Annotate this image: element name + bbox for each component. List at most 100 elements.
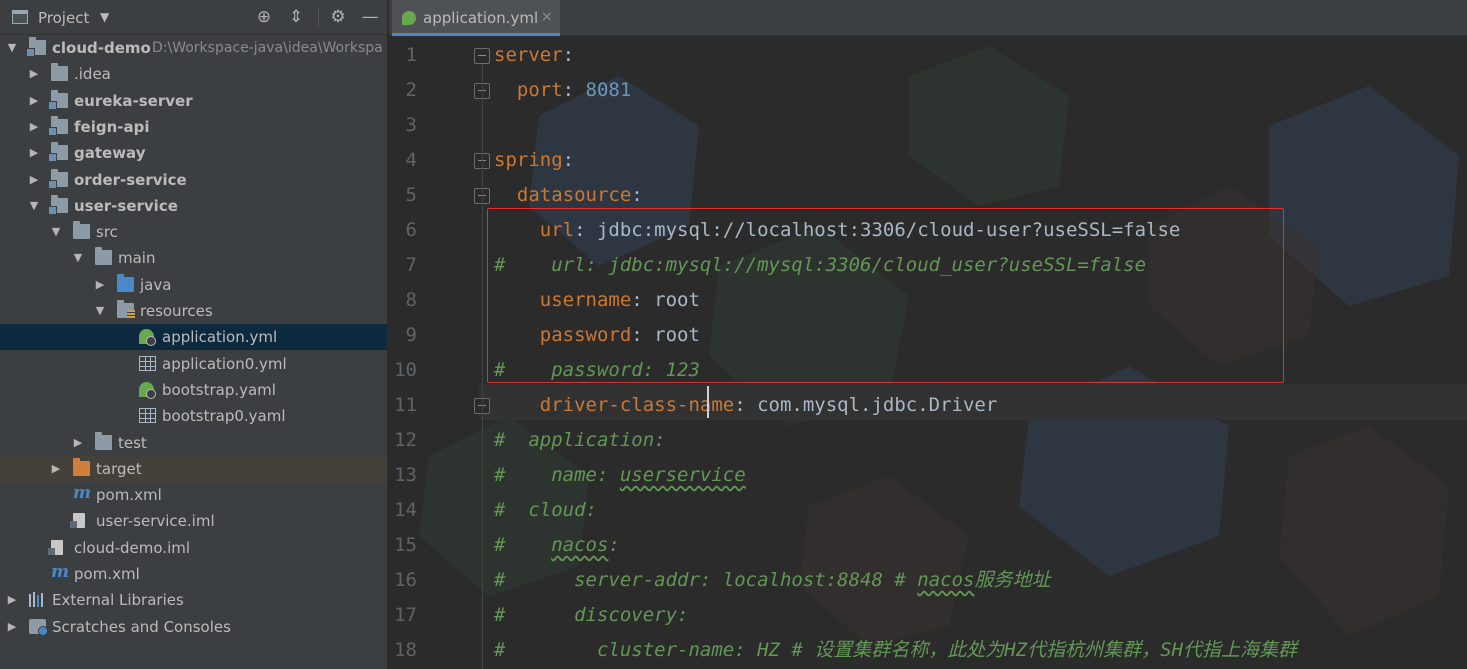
tree-item[interactable]: ▼ user-service	[0, 193, 387, 219]
chevron-down-icon[interactable]: ▼	[50, 225, 62, 239]
chevron-down-icon[interactable]: ▼	[6, 41, 18, 55]
tree-item-label: user-service	[74, 196, 178, 215]
code-line[interactable]: # cluster-name: HZ # 设置集群名称，此处为HZ代指杭州集群，…	[494, 633, 1297, 668]
chevron-right-icon[interactable]: ▶	[6, 593, 18, 607]
project-panel-header: Project ▼ ⊕ ⇕ ⚙ —	[0, 0, 387, 35]
chevron-down-icon[interactable]: ▼	[94, 304, 106, 318]
code-token: :	[608, 534, 620, 556]
code-line[interactable]: # application:	[494, 423, 666, 458]
code-token: 服务地址	[974, 569, 1051, 591]
code-line[interactable]: spring:	[494, 143, 574, 178]
tree-item-label: main	[118, 249, 156, 268]
chevron-down-icon[interactable]: ▼	[72, 251, 84, 265]
line-number: 11	[394, 394, 417, 416]
code-token: server	[494, 44, 563, 66]
code-token: :	[562, 44, 575, 66]
close-icon[interactable]: ×	[541, 9, 553, 25]
tree-item[interactable]: ▶ External Libraries	[0, 587, 387, 613]
tree-item[interactable]: ▶ gateway	[0, 140, 387, 166]
fold-toggle-icon[interactable]	[474, 48, 490, 64]
code-token: userservice	[619, 464, 746, 486]
line-number: 16	[394, 569, 417, 591]
tab-application-yml[interactable]: application.yml ×	[392, 0, 560, 36]
maven-icon: m	[51, 562, 69, 582]
code-line[interactable]: driver-class-name: com.mysql.jdbc.Driver	[494, 388, 998, 423]
tree-item-label: Scratches and Consoles	[52, 617, 231, 636]
minimize-icon[interactable]: —	[359, 6, 381, 28]
tree-item[interactable]: bootstrap.yaml	[0, 377, 387, 403]
excluded-folder-icon	[73, 457, 90, 476]
tree-item[interactable]: ▶ java	[0, 272, 387, 298]
project-icon	[12, 10, 28, 24]
code-token: :	[562, 79, 586, 101]
module-folder-icon	[48, 168, 68, 189]
line-number: 9	[405, 324, 417, 346]
tree-item[interactable]: application0.yml	[0, 351, 387, 377]
chevron-down-icon[interactable]: ▼	[100, 10, 109, 24]
tree-item[interactable]: ▶ eureka-server	[0, 88, 387, 114]
tree-item[interactable]: ▼ resources	[0, 298, 387, 324]
line-number: 14	[394, 499, 417, 521]
gear-icon[interactable]: ⚙	[327, 6, 349, 28]
text-caret	[707, 386, 709, 418]
tab-label: application.yml	[423, 9, 539, 27]
line-number-gutter: 1 2 3 4 5 6 7 8 9 10 11 12 13 14 15 16 17 18	[389, 36, 490, 669]
tree-item-label: pom.xml	[96, 486, 162, 505]
tree-item[interactable]: ▶ order-service	[0, 167, 387, 193]
tree-item[interactable]: ▶ .idea	[0, 61, 387, 87]
project-view-selector[interactable]: Project	[38, 9, 89, 27]
tree-item-label: External Libraries	[52, 591, 184, 610]
chevron-down-icon[interactable]: ▼	[28, 199, 40, 213]
collapse-all-icon[interactable]: ⇕	[285, 6, 307, 28]
tree-item[interactable]: m pom.xml	[0, 561, 387, 587]
chevron-right-icon[interactable]: ▶	[28, 67, 40, 81]
code-line[interactable]: # server-addr: localhost:8848 # nacos服务地…	[494, 563, 1050, 598]
locate-file-icon[interactable]: ⊕	[253, 6, 275, 28]
code-line[interactable]: # name: userservice	[494, 458, 746, 493]
chevron-right-icon[interactable]: ▶	[28, 173, 40, 187]
chevron-right-icon[interactable]: ▶	[28, 120, 40, 134]
tree-item[interactable]: m pom.xml	[0, 482, 387, 508]
tree-item[interactable]: application.yml	[0, 324, 387, 351]
line-number: 17	[394, 604, 417, 626]
code-line[interactable]: server:	[494, 38, 574, 73]
folder-icon	[95, 431, 112, 450]
code-line[interactable]: port: 8081	[494, 73, 631, 108]
line-number: 15	[394, 534, 417, 556]
module-folder-icon	[48, 142, 68, 163]
tree-item[interactable]: ▶ feign-api	[0, 114, 387, 140]
chevron-right-icon[interactable]: ▶	[94, 278, 106, 292]
editor-tab-bar: application.yml ×	[389, 0, 1467, 36]
chevron-right-icon[interactable]: ▶	[50, 462, 62, 476]
chevron-right-icon[interactable]: ▶	[28, 94, 40, 108]
code-line[interactable]: # cloud:	[494, 493, 597, 528]
code-token: nacos	[917, 569, 975, 591]
tree-item[interactable]: ▶ target	[0, 455, 387, 482]
chevron-right-icon[interactable]: ▶	[6, 620, 18, 634]
line-number: 12	[394, 429, 417, 451]
tree-item-label: bootstrap0.yaml	[162, 407, 286, 426]
line-number: 8	[405, 289, 417, 311]
code-editor[interactable]: application.yml × 1 2 3 4 5 6 7 8 9 10 11 12 13 14 15 1…	[389, 0, 1467, 669]
yaml-file-icon	[139, 355, 156, 371]
tree-item[interactable]: ▼ cloud-demo D:\Workspace-java\idea\Worksp…	[0, 35, 387, 61]
tree-item[interactable]: user-service.iml	[0, 508, 387, 534]
tree-item-label: cloud-demo.iml	[74, 538, 191, 557]
chevron-right-icon[interactable]: ▶	[72, 436, 84, 450]
chevron-right-icon[interactable]: ▶	[28, 146, 40, 160]
tree-item[interactable]: ▼ src	[0, 219, 387, 245]
tree-item[interactable]: ▶ Scratches and Consoles	[0, 614, 387, 640]
tree-item[interactable]: bootstrap0.yaml	[0, 403, 387, 429]
line-number: 6	[405, 219, 417, 241]
code-token: driver-class-name	[494, 394, 735, 416]
tree-item[interactable]: ▼ main	[0, 245, 387, 271]
tree-item[interactable]: ▶ test	[0, 430, 387, 456]
code-line[interactable]: # nacos:	[494, 528, 620, 563]
tree-item[interactable]: cloud-demo.iml	[0, 535, 387, 561]
tree-item-label: target	[96, 459, 142, 478]
source-folder-icon	[117, 273, 134, 292]
code-line[interactable]: # discovery:	[494, 598, 688, 633]
code-token: 8081	[585, 79, 632, 101]
tree-item-label: java	[140, 275, 172, 294]
annotation-highlight-box	[487, 208, 1284, 383]
